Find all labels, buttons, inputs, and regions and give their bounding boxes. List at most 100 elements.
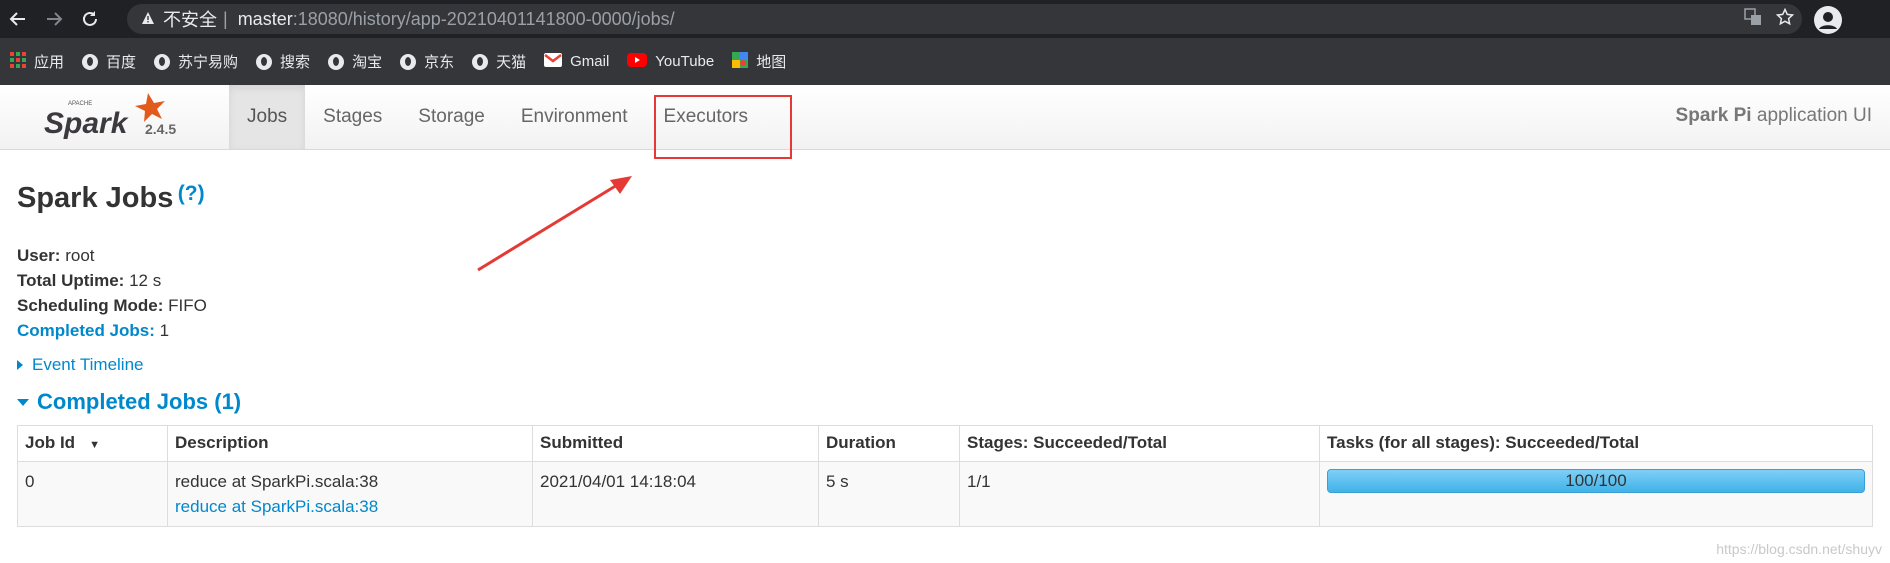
globe-icon	[328, 53, 345, 70]
bookmark-item[interactable]: 淘宝	[328, 51, 382, 72]
help-link[interactable]: (?)	[178, 182, 205, 205]
completed-value: 1	[159, 321, 170, 340]
bookmark-item[interactable]: 搜索	[256, 51, 310, 72]
globe-icon	[82, 53, 99, 70]
description-link[interactable]: reduce at SparkPi.scala:38	[175, 497, 378, 516]
completed-jobs-title: Completed Jobs (1)	[37, 389, 242, 414]
gmail-icon	[544, 52, 563, 71]
bookmark-label: YouTube	[655, 53, 715, 70]
bookmark-item[interactable]: 京东	[400, 51, 454, 72]
svg-text:Spark: Spark	[44, 107, 129, 140]
back-button[interactable]	[0, 0, 36, 38]
event-timeline-label: Event Timeline	[32, 355, 144, 374]
bookmark-label: Gmail	[570, 53, 610, 70]
page-title: Spark Jobs	[17, 182, 174, 214]
summary-list: User: root Total Uptime: 12 s Scheduling…	[17, 243, 1873, 343]
arrow-right-icon	[47, 12, 63, 26]
summary-uptime: Total Uptime: 12 s	[17, 268, 1873, 293]
tab-storage[interactable]: Storage	[400, 85, 503, 149]
user-value: root	[65, 246, 95, 265]
spark-version: 2.4.5	[145, 121, 177, 137]
summary-completed: Completed Jobs: 1	[17, 318, 1873, 343]
sort-desc-icon: ▼	[89, 439, 100, 451]
cell-description: reduce at SparkPi.scala:38 reduce at Spa…	[167, 461, 533, 527]
header-tasks[interactable]: Tasks (for all stages): Succeeded/Total	[1319, 425, 1873, 462]
insecure-label: 不安全	[163, 10, 217, 30]
watermark: https://blog.csdn.net/shuyv	[1716, 541, 1882, 557]
apps-grid-icon	[10, 51, 26, 72]
cell-tasks: 100/100	[1319, 461, 1873, 527]
forward-button[interactable]	[36, 0, 72, 38]
star-logo-icon	[135, 93, 165, 122]
translate-icon[interactable]	[1744, 8, 1762, 31]
user-label: User:	[17, 246, 61, 265]
table-header-row: Job Id ▼ Description Submitted Duration S…	[17, 425, 1873, 462]
tab-stages[interactable]: Stages	[305, 85, 400, 149]
bookmark-item[interactable]: 地图	[732, 51, 786, 72]
bookmark-item[interactable]: 应用	[10, 51, 64, 72]
bookmark-label: 天猫	[496, 54, 527, 71]
header-job-id[interactable]: Job Id ▼	[17, 425, 168, 462]
cell-duration: 5 s	[818, 461, 960, 527]
page-content: Spark Jobs (?) User: root Total Uptime: …	[17, 182, 1873, 527]
tab-environment[interactable]: Environment	[503, 85, 646, 149]
uptime-label: Total Uptime:	[17, 271, 125, 290]
bookmark-label: 搜索	[280, 54, 311, 71]
bookmarks-bar: 应用 百度 苏宁易购 搜索 淘宝 京东 天猫 Gmail YouTube 地图	[0, 38, 1890, 85]
uptime-value: 12 s	[129, 271, 162, 290]
app-suffix: application UI	[1756, 105, 1872, 126]
annotation-highlight-box	[654, 95, 792, 159]
star-icon[interactable]	[1775, 7, 1795, 31]
header-stages[interactable]: Stages: Succeeded/Total	[959, 425, 1320, 462]
spark-logo[interactable]: APACHE Spark	[40, 91, 190, 147]
warning-icon	[141, 9, 155, 30]
globe-icon	[256, 53, 273, 70]
caret-right-icon	[17, 360, 23, 370]
summary-mode: Scheduling Mode: FIFO	[17, 293, 1873, 318]
jobs-table: Job Id ▼ Description Submitted Duration S…	[17, 425, 1873, 527]
cell-job-id: 0	[17, 461, 168, 527]
maps-icon	[732, 51, 749, 72]
tab-jobs[interactable]: Jobs	[229, 85, 306, 149]
tasks-progress-bar: 100/100	[1327, 469, 1865, 493]
bookmark-label: 应用	[34, 54, 65, 71]
youtube-icon	[627, 52, 648, 71]
bookmark-label: 苏宁易购	[178, 54, 239, 71]
reload-icon	[83, 11, 97, 26]
header-duration[interactable]: Duration	[818, 425, 960, 462]
tasks-progress-label: 100/100	[1565, 471, 1627, 490]
table-row: 0 reduce at SparkPi.scala:38 reduce at S…	[17, 461, 1873, 527]
bookmark-label: 百度	[106, 54, 137, 71]
bookmark-item[interactable]: 苏宁易购	[154, 51, 238, 72]
bookmark-item[interactable]: YouTube	[627, 52, 715, 71]
address-path: :18080/history/app-20210401141800-0000/j…	[292, 8, 675, 29]
address-separator: |	[223, 8, 228, 29]
address-host: master	[237, 8, 293, 29]
app-title: Spark Pi application UI	[1676, 105, 1872, 127]
bookmark-item[interactable]: Gmail	[544, 52, 610, 71]
globe-icon	[400, 53, 417, 70]
bookmark-item[interactable]: 百度	[82, 51, 136, 72]
cell-submitted: 2021/04/01 14:18:04	[532, 461, 819, 527]
description-text: reduce at SparkPi.scala:38	[175, 472, 379, 491]
address-bar[interactable]: 不安全 | master :18080/history/app-20210401…	[127, 4, 1802, 34]
bookmark-item[interactable]: 天猫	[472, 51, 526, 72]
bookmark-label: 淘宝	[352, 54, 383, 71]
caret-down-icon	[17, 398, 29, 406]
spark-navbar: APACHE Spark 2.4.5 Jobs Stages Storage Envi…	[0, 85, 1890, 150]
cell-stages: 1/1	[959, 461, 1320, 527]
reload-button[interactable]	[72, 0, 108, 38]
event-timeline-toggle[interactable]: Event Timeline	[17, 355, 1873, 375]
arrow-left-icon	[9, 12, 25, 26]
profile-avatar-icon[interactable]	[1814, 6, 1842, 34]
mode-value: FIFO	[168, 296, 207, 315]
completed-jobs-toggle[interactable]: Completed Jobs (1)	[17, 389, 1873, 415]
globe-icon	[472, 53, 489, 70]
summary-user: User: root	[17, 243, 1873, 268]
header-description[interactable]: Description	[167, 425, 533, 462]
completed-jobs-link[interactable]: Completed Jobs:	[17, 321, 155, 340]
header-submitted[interactable]: Submitted	[532, 425, 819, 462]
bookmark-label: 地图	[756, 54, 787, 71]
mode-label: Scheduling Mode:	[17, 296, 164, 315]
page-header: Spark Jobs (?)	[17, 182, 1873, 215]
